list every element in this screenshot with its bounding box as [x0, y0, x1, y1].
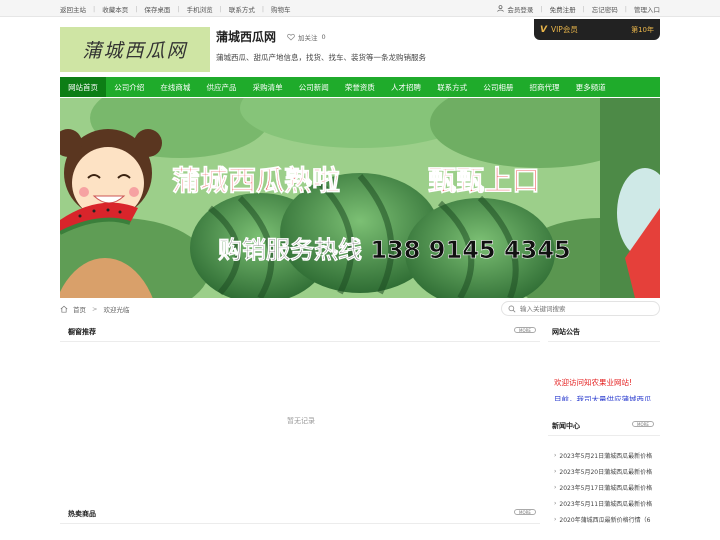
site-name: 蒲城西瓜网 [216, 30, 277, 44]
nav-company-intro[interactable]: 公司介绍 [106, 77, 152, 97]
news-center-title: 新闻中心 [552, 422, 580, 430]
breadcrumb-separator: > [92, 305, 98, 313]
breadcrumb: 首页 > 欢迎光临 [60, 302, 129, 316]
divider: | [582, 4, 585, 13]
follow-button[interactable]: 加关注 0 [287, 32, 326, 42]
banner-hotline: 购销服务热线 138 9145 4345 [218, 236, 571, 264]
chevron-right-icon: › [554, 515, 557, 523]
divider: | [177, 4, 180, 13]
register-link[interactable]: 免费注册 [550, 4, 576, 14]
news-item[interactable]: › 2023年5月11日蒲城西瓜最新价格 [554, 495, 660, 511]
news-item-title: 2023年5月17日蒲城西瓜最新价格 [559, 484, 653, 492]
search-input[interactable] [520, 304, 650, 313]
chevron-right-icon: › [554, 499, 557, 507]
contact-link[interactable]: 联系方式 [229, 4, 255, 14]
news-item[interactable]: › 2023年5月20日蒲城西瓜最新价格 [554, 463, 660, 479]
user-icon [497, 5, 505, 12]
top-bar-right-links: 会员登录 | 免费注册 | 忘记密码 | 管理入口 [497, 0, 660, 17]
nav-recruitment[interactable]: 人才招聘 [383, 77, 429, 97]
nav-honors[interactable]: 荣誉资质 [337, 77, 383, 97]
news-item-title: 2023年5月20日蒲城西瓜最新价格 [559, 468, 653, 476]
heart-icon [287, 33, 295, 41]
top-bar-left-links: 返回主站 | 收藏本页 | 保存桌面 | 手机浏览 | 联系方式 | 购物车 [60, 0, 291, 17]
follow-label: 加关注 [298, 34, 318, 42]
nav-home[interactable]: 网站首页 [60, 77, 107, 97]
site-description: 蒲城西瓜、甜瓜产地信息，找货、找车、装货等一条龙购销服务 [216, 53, 426, 62]
banner-headline-1: 蒲城西瓜熟啦 [172, 164, 340, 197]
notice-line-2: 目前，我司大量供应蒲城西瓜 [554, 395, 652, 401]
news-item-title: 2023年5月21日蒲城西瓜最新价格 [559, 452, 653, 460]
divider: | [219, 4, 222, 13]
mobile-view-link[interactable]: 手机浏览 [187, 4, 213, 14]
showcase-more-button[interactable]: MORE [514, 327, 536, 333]
top-bar: 返回主站 | 收藏本页 | 保存桌面 | 手机浏览 | 联系方式 | 购物车 会… [0, 0, 720, 17]
news-item[interactable]: › 2020年蒲城西瓜最新价格行情（6 [554, 511, 660, 527]
cart-link[interactable]: 购物车 [271, 4, 291, 14]
nav-agency[interactable]: 招商代理 [521, 77, 567, 97]
nav-company-news[interactable]: 公司新闻 [291, 77, 337, 97]
hot-products-more-button[interactable]: MORE [514, 509, 536, 515]
divider [548, 435, 660, 436]
vip-badge: V VIP会员 第10年 [534, 19, 660, 40]
main-nav: 网站首页 公司介绍 在线商城 供应产品 采购清单 公司新闻 荣誉资质 人才招聘 … [60, 77, 660, 97]
news-item[interactable]: › 2023年5月17日蒲城西瓜最新价格 [554, 479, 660, 495]
chevron-right-icon: › [554, 483, 557, 491]
news-item-title: 2023年5月11日蒲城西瓜最新价格 [559, 500, 653, 508]
divider: | [261, 4, 265, 13]
vip-label: VIP会员 [550, 25, 578, 34]
back-to-main-link[interactable]: 返回主站 [60, 4, 86, 14]
news-more-button[interactable]: MORE [632, 421, 654, 427]
forgot-password-link[interactable]: 忘记密码 [592, 4, 618, 14]
search-box[interactable] [501, 301, 660, 316]
nav-online-store[interactable]: 在线商城 [152, 77, 198, 97]
divider: | [624, 4, 627, 13]
logo-text: 蒲城西瓜网 [82, 40, 188, 62]
showcase-title: 橱窗推荐 [68, 328, 96, 336]
notice-title: 网站公告 [552, 328, 580, 336]
divider: | [540, 4, 543, 13]
member-login-link[interactable]: 会员登录 [507, 4, 533, 14]
save-desktop-link[interactable]: 保存桌面 [144, 4, 170, 14]
nav-more-channels[interactable]: 更多频道 [568, 77, 614, 97]
bookmark-page-link[interactable]: 收藏本页 [102, 4, 128, 14]
hot-products-title: 热卖商品 [68, 510, 96, 518]
divider [548, 341, 660, 342]
chevron-right-icon: › [554, 467, 557, 475]
breadcrumb-current: 欢迎光临 [103, 306, 130, 314]
notice-line-1: 欢迎访问知农果业网站! [554, 378, 633, 387]
nav-supply-products[interactable]: 供应产品 [198, 77, 244, 97]
home-icon [60, 305, 68, 313]
chevron-right-icon: › [554, 451, 557, 459]
divider: | [135, 4, 138, 13]
banner-image: 蒲城西瓜熟啦 甄甄上口 购销服务热线 138 9145 4345 [60, 98, 660, 298]
divider: | [93, 4, 96, 13]
breadcrumb-home-link[interactable]: 首页 [73, 304, 86, 314]
site-logo[interactable]: 蒲城西瓜网 [60, 27, 210, 72]
nav-purchase-list[interactable]: 采购清单 [245, 77, 291, 97]
news-list: › 2023年5月21日蒲城西瓜最新价格 › 2023年5月20日蒲城西瓜最新价格 … [554, 447, 660, 527]
admin-entry-link[interactable]: 管理入口 [634, 4, 660, 14]
nav-contact[interactable]: 联系方式 [429, 77, 475, 97]
divider [60, 341, 540, 342]
vip-years: 第10年 [631, 25, 654, 34]
divider [60, 523, 540, 524]
showcase-empty-message: 暂无记录 [287, 417, 315, 425]
promo-banner[interactable]: 蒲城西瓜熟啦 甄甄上口 购销服务热线 138 9145 4345 [60, 98, 660, 298]
vip-crown-icon: V [540, 24, 547, 35]
news-item-title: 2020年蒲城西瓜最新价格行情（6 [559, 516, 651, 524]
news-item[interactable]: › 2023年5月21日蒲城西瓜最新价格 [554, 447, 660, 463]
banner-headline-2: 甄甄上口 [428, 164, 540, 197]
nav-album[interactable]: 公司相册 [475, 77, 521, 97]
follow-count: 0 [321, 33, 326, 41]
search-icon [508, 305, 516, 312]
